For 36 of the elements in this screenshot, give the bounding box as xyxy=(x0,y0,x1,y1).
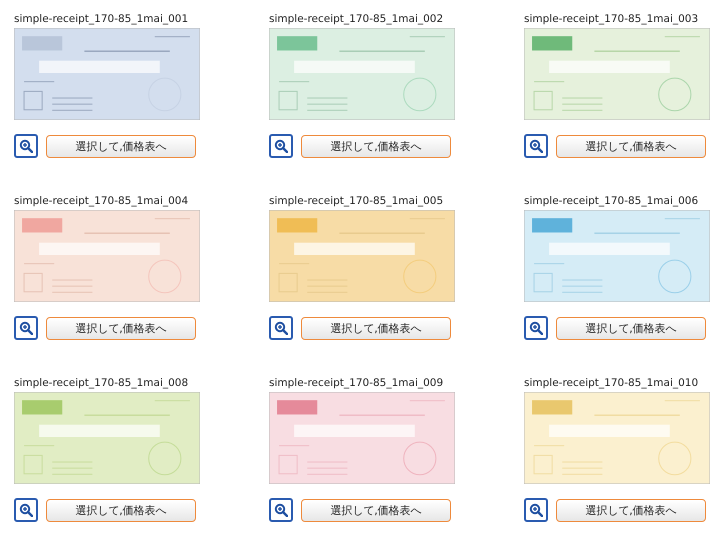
zoom-in-icon xyxy=(529,321,543,335)
zoom-in-icon xyxy=(19,139,33,153)
select-price-button[interactable]: 選択して,価格表へ xyxy=(556,316,706,340)
select-price-button[interactable]: 選択して,価格表へ xyxy=(556,134,706,158)
zoom-in-button[interactable] xyxy=(269,316,293,340)
zoom-in-icon xyxy=(274,321,288,335)
zoom-in-icon xyxy=(529,503,543,517)
select-price-button[interactable]: 選択して,価格表へ xyxy=(46,498,196,522)
zoom-in-icon xyxy=(19,503,33,517)
select-price-button[interactable]: 選択して,価格表へ xyxy=(301,316,451,340)
zoom-in-button[interactable] xyxy=(524,134,548,158)
zoom-in-button[interactable] xyxy=(14,316,38,340)
select-price-button[interactable]: 選択して,価格表へ xyxy=(556,498,706,522)
file-name: simple-receipt_170-85_1mai_004 xyxy=(14,194,190,208)
zoom-in-button[interactable] xyxy=(14,498,38,522)
select-price-button[interactable]: 選択して,価格表へ xyxy=(301,498,451,522)
file-name: simple-receipt_170-85_1mai_002 xyxy=(269,12,444,26)
file-name: simple-receipt_170-85_1mai_003 xyxy=(524,12,700,26)
file-name: simple-receipt_170-85_1mai_006 xyxy=(524,194,700,208)
file-name: simple-receipt_170-85_1mai_005 xyxy=(269,194,444,208)
zoom-in-button[interactable] xyxy=(524,316,548,340)
zoom-in-button[interactable] xyxy=(524,498,548,522)
file-name: simple-receipt_170-85_1mai_008 xyxy=(14,376,190,390)
select-price-button[interactable]: 選択して,価格表へ xyxy=(46,316,196,340)
file-name: simple-receipt_170-85_1mai_001 xyxy=(14,12,190,26)
zoom-in-button[interactable] xyxy=(269,134,293,158)
select-price-button[interactable]: 選択して,価格表へ xyxy=(46,134,196,158)
zoom-in-button[interactable] xyxy=(14,134,38,158)
zoom-in-icon xyxy=(274,503,288,517)
zoom-in-icon xyxy=(19,321,33,335)
select-price-button[interactable]: 選択して,価格表へ xyxy=(301,134,451,158)
zoom-in-button[interactable] xyxy=(269,498,293,522)
file-name: simple-receipt_170-85_1mai_010 xyxy=(524,376,700,390)
file-name: simple-receipt_170-85_1mai_009 xyxy=(269,376,444,390)
zoom-in-icon xyxy=(529,139,543,153)
zoom-in-icon xyxy=(274,139,288,153)
